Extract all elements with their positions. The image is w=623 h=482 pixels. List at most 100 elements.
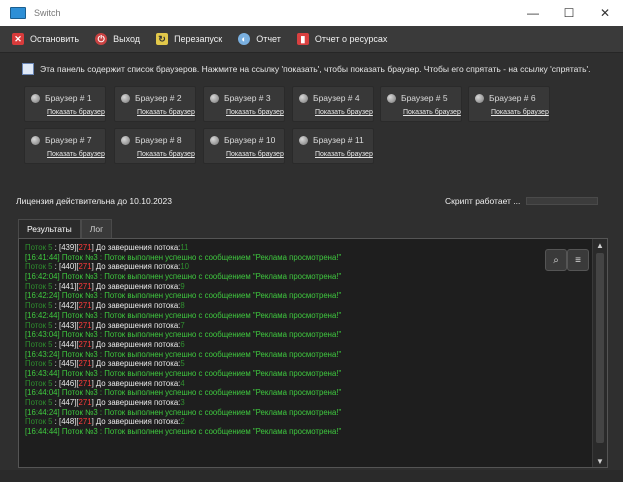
browser-name: Браузер # 1	[45, 93, 92, 103]
show-browser-link-8[interactable]: Показать браузер	[137, 151, 195, 158]
minimize-button[interactable]: —	[515, 0, 551, 26]
search-icon: ⌕	[553, 254, 559, 266]
show-browser-link-7[interactable]: Показать браузер	[47, 151, 105, 158]
log-prefix: : [	[52, 281, 62, 291]
log-time: [16:42:04]	[25, 272, 60, 282]
log-line: Поток 5 : [441][271] До завершения поток…	[25, 282, 580, 292]
log-line: Поток 5 : [445][271] До завершения поток…	[25, 359, 580, 369]
browser-status-icon	[121, 135, 130, 145]
log-prefix: : [	[52, 243, 62, 252]
log-line: Поток 5 : [443][271] До завершения поток…	[25, 321, 580, 331]
info-icon	[22, 63, 34, 75]
log-text: Поток №3 : Поток выполнен успешно с сооб…	[59, 427, 342, 437]
log-suffix: ] До завершения потока:	[91, 417, 181, 427]
log-suffix: ] До завершения потока:	[91, 359, 181, 369]
log-prefix: : [	[52, 262, 62, 272]
scroll-down-icon[interactable]: ▼	[593, 455, 607, 467]
stop-label: Остановить	[30, 34, 80, 44]
browser-status-icon	[121, 93, 130, 103]
resources-label: Отчет о ресурсах	[314, 34, 388, 44]
restart-button[interactable]: ↻ Перезапуск	[156, 33, 222, 45]
menu-button[interactable]: ≡	[567, 249, 589, 271]
show-browser-link-10[interactable]: Показать браузер	[226, 151, 284, 158]
browser-name: Браузер # 7	[45, 135, 92, 145]
log-line: Поток 5 : [439][271] До завершения поток…	[25, 243, 580, 253]
exit-button[interactable]: ⏻ Выход	[95, 33, 140, 45]
script-status: Скрипт работает ...	[445, 196, 599, 206]
search-button[interactable]: ⌕	[545, 249, 567, 271]
log-code: 271	[78, 417, 92, 427]
browser-card-8: Браузер # 8 Показать браузер	[114, 128, 196, 164]
restart-label: Перезапуск	[174, 34, 223, 44]
report-icon: ◐	[238, 33, 251, 45]
show-browser-link-3[interactable]: Показать браузер	[226, 109, 284, 116]
resources-report-button[interactable]: ▮ Отчет о ресурсах	[296, 33, 388, 45]
bottom-bar	[0, 470, 623, 482]
show-browser-link-11[interactable]: Показать браузер	[315, 151, 373, 158]
log-thread: Поток 5	[25, 320, 53, 330]
log-remaining: 8	[180, 301, 185, 311]
window-title: Switch	[34, 8, 61, 18]
show-browser-link-6[interactable]: Показать браузер	[491, 109, 549, 116]
log-suffix: ] До завершения потока:	[91, 301, 181, 311]
tab-results[interactable]: Результаты	[18, 219, 81, 238]
show-browser-link-1[interactable]: Показать браузер	[47, 109, 105, 116]
log-prefix: : [	[52, 339, 62, 349]
browser-status-icon	[31, 135, 40, 145]
log-count: 448	[61, 417, 75, 427]
log-prefix: : [	[52, 417, 62, 427]
browser-name: Браузер # 8	[135, 135, 182, 145]
log-line: Поток 5 : [448][271] До завершения поток…	[25, 417, 580, 427]
maximize-button[interactable]: ☐	[551, 0, 587, 26]
menu-icon: ≡	[575, 254, 581, 266]
show-browser-link-4[interactable]: Показать браузер	[315, 109, 373, 116]
tab-log[interactable]: Лог	[80, 219, 113, 238]
log-line: [16:41:44] Поток №3 : Поток выполнен усп…	[25, 253, 580, 263]
log-code: 271	[78, 281, 92, 291]
browser-status-icon	[387, 93, 396, 103]
toolbar: ✕ Остановить ⏻ Выход ↻ Перезапуск ◐ Отче…	[0, 26, 623, 53]
log-line: Поток 5 : [447][271] До завершения поток…	[25, 398, 580, 408]
script-status-text: Скрипт работает ...	[445, 196, 521, 206]
browser-card-10: Браузер # 10 Показать браузер	[203, 128, 285, 164]
log-line: [16:43:44] Поток №3 : Поток выполнен усп…	[25, 369, 580, 379]
log-count: 446	[61, 378, 75, 388]
browser-card-11: Браузер # 11 Показать браузер	[292, 128, 374, 164]
log-count: 447	[61, 398, 75, 407]
log-line: [16:44:04] Поток №3 : Поток выполнен усп…	[25, 388, 580, 398]
report-label: Отчет	[256, 34, 281, 44]
log-remaining: 10	[180, 262, 190, 272]
log-thread: Поток 5	[25, 243, 53, 252]
log-code: 271	[78, 301, 92, 311]
scroll-up-icon[interactable]: ▲	[593, 239, 607, 251]
log-prefix: : [	[52, 359, 62, 369]
title-bar: Switch — ☐ ✕	[0, 0, 623, 26]
stop-button[interactable]: ✕ Остановить	[12, 33, 79, 45]
log-suffix: ] До завершения потока:	[91, 320, 181, 330]
log-thread: Поток 5	[25, 262, 53, 272]
browser-card-7: Браузер # 7 Показать браузер	[24, 128, 106, 164]
close-button[interactable]: ✕	[587, 0, 623, 26]
log-thread: Поток 5	[25, 301, 53, 311]
log-text: Поток №3 : Поток выполнен успешно с сооб…	[59, 310, 342, 320]
log-suffix: ] До завершения потока:	[91, 262, 181, 272]
log-time: [16:42:44]	[25, 310, 60, 320]
log-prefix: : [	[52, 378, 62, 388]
scroll-thumb[interactable]	[596, 253, 604, 443]
log-count: 443	[61, 320, 75, 330]
log-list: Поток 5 : [439][271] До завершения поток…	[25, 243, 580, 463]
log-line: [16:42:04] Поток №3 : Поток выполнен усп…	[25, 272, 580, 282]
log-line: [16:44:44] Поток №3 : Поток выполнен усп…	[25, 427, 580, 437]
log-scrollbar[interactable]: ▲ ▼	[592, 239, 607, 467]
log-count: 439	[61, 243, 75, 252]
tab-bar: Результаты Лог	[18, 219, 113, 238]
show-browser-link-2[interactable]: Показать браузер	[137, 109, 195, 116]
show-browser-link-5[interactable]: Показать браузер	[403, 109, 461, 116]
log-text: Поток №3 : Поток выполнен успешно с сооб…	[59, 272, 342, 282]
log-line: [16:43:24] Поток №3 : Поток выполнен усп…	[25, 350, 580, 360]
browser-name: Браузер # 5	[401, 93, 448, 103]
log-thread: Поток 5	[25, 339, 53, 349]
resources-icon: ▮	[296, 33, 309, 45]
report-button[interactable]: ◐ Отчет	[238, 33, 281, 45]
info-text: Эта панель содержит список браузеров. На…	[40, 64, 591, 74]
